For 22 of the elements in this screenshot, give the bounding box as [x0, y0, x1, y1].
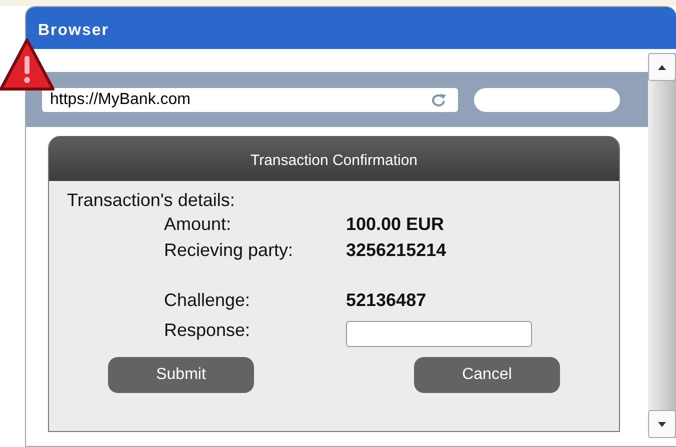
- field-value: 3256215214: [346, 239, 448, 262]
- field-label: Amount:: [164, 213, 232, 236]
- scroll-down-button[interactable]: [648, 410, 676, 438]
- scrollbar[interactable]: [648, 53, 676, 438]
- caret-up-icon: [658, 64, 666, 70]
- cancel-button[interactable]: Cancel: [414, 357, 560, 393]
- dialog-title: Transaction Confirmation: [49, 136, 619, 181]
- caret-down-icon: [658, 422, 666, 426]
- reload-icon[interactable]: [430, 92, 448, 106]
- field-label: Recieving party:: [164, 239, 294, 262]
- scroll-up-button[interactable]: [648, 53, 676, 81]
- window-title: Browser: [26, 7, 676, 49]
- response-label: Response:: [164, 319, 252, 342]
- challenge-value: 52136487: [346, 289, 428, 312]
- warning-icon: [0, 37, 56, 93]
- challenge-label: Challenge:: [164, 289, 252, 312]
- response-field[interactable]: [346, 321, 532, 347]
- address-field[interactable]: https://MyBank.com: [42, 88, 458, 112]
- details-heading: Transaction's details:: [67, 189, 236, 211]
- submit-button[interactable]: Submit: [108, 357, 254, 393]
- field-value: 100.00 EUR: [346, 213, 446, 236]
- search-field[interactable]: [474, 88, 620, 112]
